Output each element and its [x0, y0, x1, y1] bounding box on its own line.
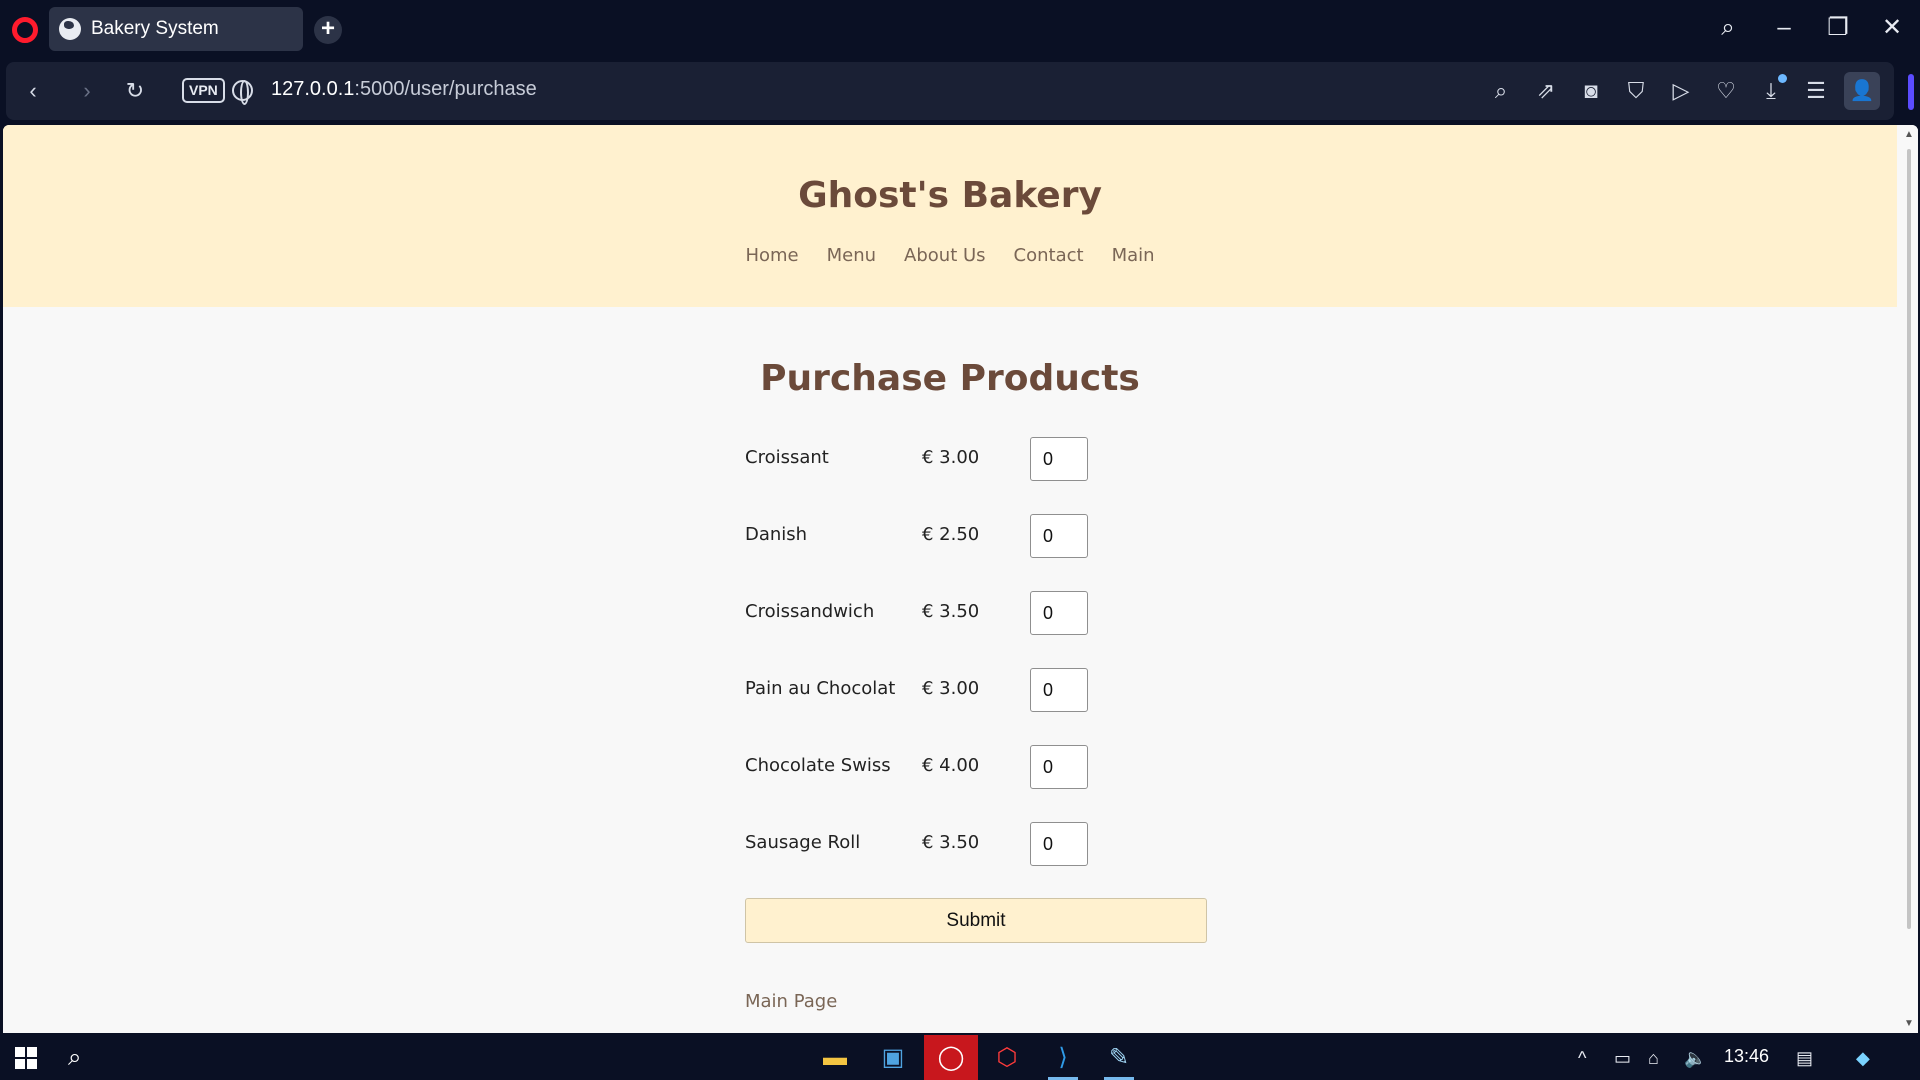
- search-in-page-icon[interactable]: ⌕: [1486, 76, 1516, 106]
- vpn-badge[interactable]: VPN: [182, 78, 225, 103]
- download-notification-dot: [1778, 74, 1787, 83]
- python-app-icon[interactable]: ✎: [1092, 1035, 1146, 1080]
- nav-contact-link[interactable]: Contact: [1014, 245, 1084, 266]
- restore-icon[interactable]: ❐: [1818, 10, 1858, 46]
- product-price: € 3.50: [922, 601, 980, 622]
- page-scrollbar[interactable]: ▲ ▼: [1901, 125, 1918, 1033]
- product-name: Croissandwich: [745, 601, 875, 622]
- quantity-input-croissant[interactable]: [1030, 437, 1088, 481]
- product-name: Croissant: [745, 447, 829, 468]
- heart-icon[interactable]: ♡: [1711, 76, 1741, 106]
- address-toolbar: ‹ › ↻ VPN 127.0.0.1:5000/user/purchase ⌕…: [0, 62, 1920, 120]
- profile-icon[interactable]: 👤: [1844, 72, 1880, 110]
- search-tabs-icon[interactable]: ⌕: [1708, 10, 1748, 46]
- address-toolbar-inner: ‹ › ↻ VPN 127.0.0.1:5000/user/purchase ⌕…: [6, 62, 1914, 120]
- product-name: Sausage Roll: [745, 832, 861, 853]
- nav-home-link[interactable]: Home: [745, 245, 798, 266]
- windows-start-icon[interactable]: [15, 1047, 37, 1069]
- close-icon[interactable]: ✕: [1872, 10, 1912, 46]
- product-price: € 3.50: [922, 832, 980, 853]
- product-row: Croissant € 3.00: [745, 437, 1145, 481]
- microsoft-store-icon[interactable]: ▣: [866, 1035, 920, 1080]
- product-price: € 3.00: [922, 678, 980, 699]
- product-price: € 3.00: [922, 447, 980, 468]
- product-row: Chocolate Swiss € 4.00: [745, 745, 1145, 789]
- product-row: Sausage Roll € 3.50: [745, 822, 1145, 866]
- sidebar-accent[interactable]: [1908, 74, 1914, 110]
- main-page-link[interactable]: Main Page: [745, 991, 837, 1012]
- taskbar-clock[interactable]: 13:46: [1724, 1046, 1769, 1067]
- site-brand-title: Ghost's Bakery: [798, 175, 1102, 216]
- tab-bakery-system[interactable]: Bakery System: [49, 7, 303, 51]
- site-nav: Home Menu About Us Contact Main: [3, 245, 1897, 266]
- battery-icon[interactable]: ▭: [1614, 1045, 1631, 1071]
- minimize-icon[interactable]: –: [1764, 10, 1804, 46]
- quantity-input-chocolate-swiss[interactable]: [1030, 745, 1088, 789]
- new-tab-plus-icon[interactable]: +: [314, 16, 342, 44]
- player-play-icon[interactable]: ▷: [1666, 76, 1696, 106]
- product-price: € 2.50: [922, 524, 980, 545]
- globe-icon: [59, 18, 81, 40]
- copilot-icon[interactable]: ◆: [1856, 1045, 1870, 1071]
- site-info-globe-icon[interactable]: [232, 80, 253, 105]
- adblock-shield-icon[interactable]: ⛉: [1621, 76, 1651, 106]
- quantity-input-danish[interactable]: [1030, 514, 1088, 558]
- url-path: :5000/user/purchase: [354, 78, 537, 100]
- nav-main-link[interactable]: Main: [1112, 245, 1155, 266]
- opera-logo-icon[interactable]: [12, 17, 38, 43]
- forward-arrow-icon[interactable]: ›: [70, 74, 104, 108]
- quantity-input-croissandwich[interactable]: [1030, 591, 1088, 635]
- product-row: Croissandwich € 3.50: [745, 591, 1145, 635]
- windows-taskbar: ⌕ ▬ ▣ ◯ ⬡ ⟩ ✎ ^ ▭ ⌂ 🔈 13:46 ▤ ◆: [0, 1035, 1920, 1080]
- product-name: Chocolate Swiss: [745, 755, 891, 776]
- product-price: € 4.00: [922, 755, 980, 776]
- back-arrow-icon[interactable]: ‹: [16, 74, 50, 108]
- opera-gx-icon[interactable]: ⬡: [980, 1035, 1034, 1080]
- site-header: Ghost's Bakery Home Menu About Us Contac…: [3, 125, 1897, 307]
- reload-icon[interactable]: ↻: [118, 74, 152, 108]
- scroll-up-arrow-icon[interactable]: ▲: [1903, 129, 1915, 140]
- url-host: 127.0.0.1: [271, 78, 355, 100]
- network-icon[interactable]: ⌂: [1648, 1045, 1659, 1071]
- nav-about-link[interactable]: About Us: [904, 245, 986, 266]
- taskbar-search-icon[interactable]: ⌕: [68, 1044, 96, 1072]
- tray-overflow-chevron-icon[interactable]: ^: [1578, 1045, 1586, 1071]
- opera-taskbar-icon[interactable]: ◯: [924, 1035, 978, 1080]
- product-name: Pain au Chocolat: [745, 678, 896, 699]
- tab-title: Bakery System: [91, 18, 219, 39]
- page-viewport: Ghost's Bakery Home Menu About Us Contac…: [3, 125, 1918, 1033]
- easy-setup-menu-icon[interactable]: ☰: [1801, 76, 1831, 106]
- file-explorer-icon[interactable]: ▬: [808, 1035, 862, 1080]
- vscode-icon[interactable]: ⟩: [1036, 1035, 1090, 1080]
- page-title: Purchase Products: [760, 358, 1140, 399]
- share-icon[interactable]: ⇗: [1531, 76, 1561, 106]
- nav-menu-link[interactable]: Menu: [827, 245, 876, 266]
- volume-icon[interactable]: 🔈: [1684, 1045, 1706, 1071]
- url-field[interactable]: 127.0.0.1:5000/user/purchase: [271, 78, 537, 101]
- scroll-down-arrow-icon[interactable]: ▼: [1903, 1018, 1915, 1029]
- quantity-input-sausage-roll[interactable]: [1030, 822, 1088, 866]
- product-name: Danish: [745, 524, 808, 545]
- quantity-input-pain-au-chocolat[interactable]: [1030, 668, 1088, 712]
- product-row: Danish € 2.50: [745, 514, 1145, 558]
- product-row: Pain au Chocolat € 3.00: [745, 668, 1145, 712]
- snapshot-camera-icon[interactable]: ◙: [1576, 76, 1606, 106]
- browser-tab-bar: Bakery System + ⌕ – ❐ ✕: [0, 0, 1920, 58]
- notifications-icon[interactable]: ▤: [1796, 1045, 1813, 1071]
- submit-button[interactable]: Submit: [745, 898, 1207, 943]
- scrollbar-thumb[interactable]: [1907, 149, 1911, 929]
